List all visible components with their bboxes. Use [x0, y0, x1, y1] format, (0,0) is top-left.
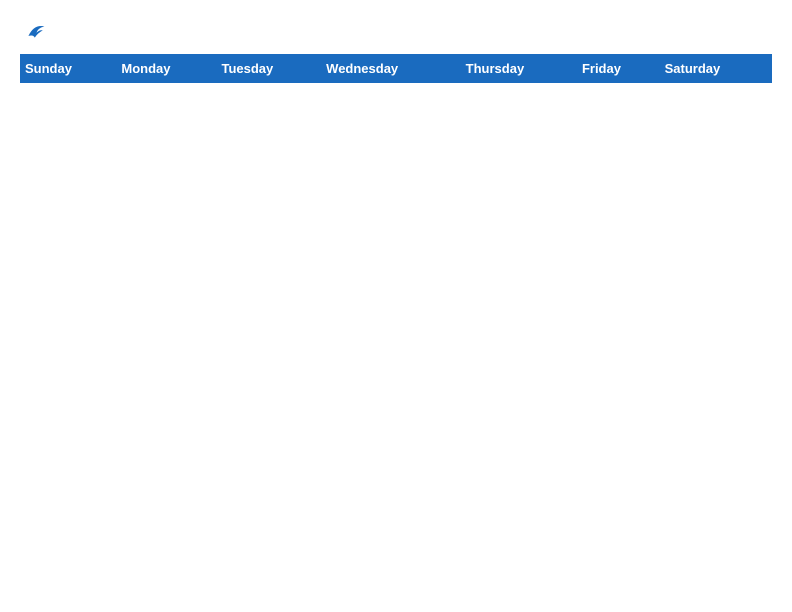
calendar-day-header: Saturday — [660, 55, 771, 83]
page-header — [20, 20, 772, 44]
calendar-day-header: Friday — [577, 55, 660, 83]
logo — [20, 20, 46, 44]
calendar-day-header: Monday — [117, 55, 217, 83]
calendar-day-header: Thursday — [461, 55, 577, 83]
calendar-day-header: Wednesday — [322, 55, 462, 83]
logo-bird-icon — [22, 20, 46, 44]
calendar-table: SundayMondayTuesdayWednesdayThursdayFrid… — [20, 54, 772, 83]
calendar-day-header: Tuesday — [217, 55, 322, 83]
calendar-header-row: SundayMondayTuesdayWednesdayThursdayFrid… — [21, 55, 772, 83]
calendar-day-header: Sunday — [21, 55, 117, 83]
